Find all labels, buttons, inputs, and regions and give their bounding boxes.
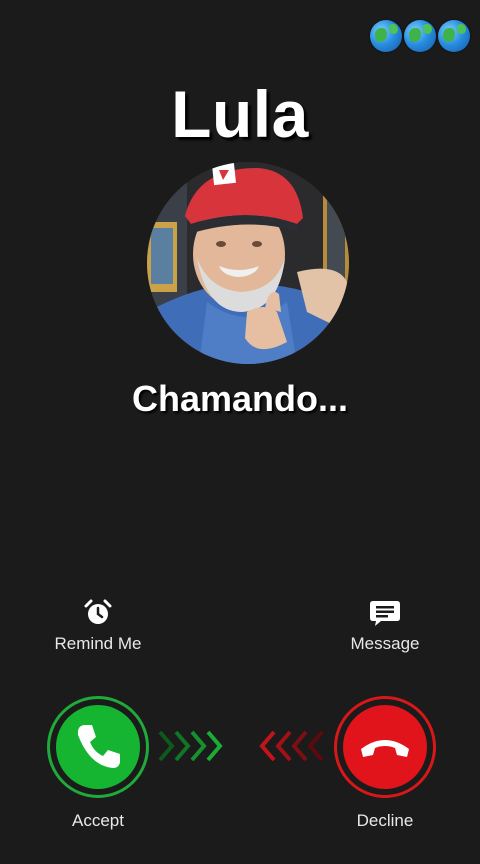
message-button[interactable]: Message xyxy=(315,598,455,654)
globe-icon xyxy=(438,20,470,52)
accept-label: Accept xyxy=(72,811,124,830)
globe-icon xyxy=(404,20,436,52)
globe-icon xyxy=(370,20,402,52)
call-status: Chamando... xyxy=(131,378,349,419)
message-label: Message xyxy=(350,634,420,653)
caller-avatar xyxy=(147,162,349,364)
incoming-call-screen: Lula Chamando... Remind Me Message Accep… xyxy=(0,0,480,864)
alarm-clock-icon xyxy=(84,599,112,624)
accept-button[interactable] xyxy=(47,696,149,798)
remind-me-label: Remind Me xyxy=(54,634,142,653)
decline-button[interactable] xyxy=(334,696,436,798)
message-icon xyxy=(370,601,400,626)
chevron-right-icon xyxy=(158,730,223,762)
overlay-badges xyxy=(370,20,470,52)
caller-name: Lula xyxy=(171,77,309,151)
swipe-hint-left xyxy=(258,728,326,764)
phone-hangup-icon xyxy=(361,740,409,757)
decline-label: Decline xyxy=(356,811,414,830)
remind-me-button[interactable]: Remind Me xyxy=(28,598,168,654)
swipe-hint-right xyxy=(158,728,226,764)
chevron-left-icon xyxy=(259,730,324,762)
phone-icon xyxy=(77,725,120,768)
